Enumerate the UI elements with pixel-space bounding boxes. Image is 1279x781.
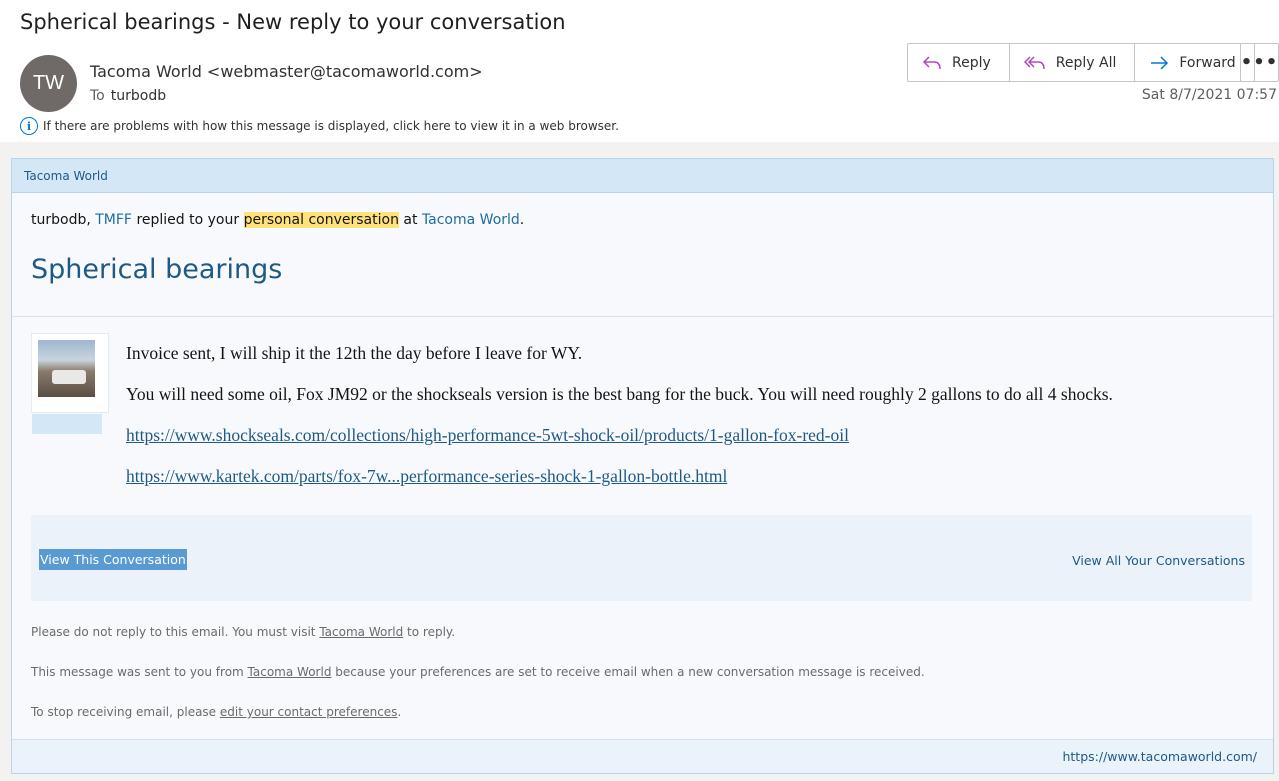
forward-button[interactable]: Forward <box>1135 44 1253 81</box>
reply-all-label: Reply All <box>1055 54 1117 71</box>
thumbnail-bar <box>32 414 102 434</box>
footer-site-link[interactable]: Tacoma World <box>319 625 403 639</box>
intro-user: turbodb, <box>31 212 96 228</box>
conversation-links-bar: View This Conversation View All Your Con… <box>31 515 1252 601</box>
conversation-title[interactable]: Spherical bearings <box>31 254 282 285</box>
to-label: To <box>90 88 105 104</box>
highlighted-term: personal conversation <box>243 212 399 228</box>
email-card: Tacoma World turbodb, TMFF replied to yo… <box>11 158 1274 774</box>
info-bar[interactable]: i If there are problems with how this me… <box>20 117 619 135</box>
footer-note: Please do not reply to this email. You m… <box>31 625 456 639</box>
card-footer: https://www.tacomaworld.com/ <box>12 739 1273 773</box>
intro-replied: replied to your <box>132 212 244 228</box>
truck-photo <box>38 340 95 397</box>
replier-link[interactable]: TMFF <box>95 212 132 228</box>
footer-note: This message was sent to you from Tacoma… <box>31 665 925 679</box>
email-subject: Spherical bearings - New reply to your c… <box>20 10 566 34</box>
intro-at: at <box>398 212 422 228</box>
message-actions: Reply Reply All Forward <box>907 43 1255 82</box>
message-date: Sat 8/7/2021 07:57 <box>1141 87 1277 103</box>
footer-site-link[interactable]: Tacoma World <box>248 665 332 679</box>
message-paragraph: You will need some oil, Fox JM92 or the … <box>126 384 1113 404</box>
info-text[interactable]: If there are problems with how this mess… <box>43 119 619 133</box>
info-icon: i <box>20 117 38 135</box>
reply-label: Reply <box>952 54 991 71</box>
message-link[interactable]: https://www.shockseals.com/collections/h… <box>126 425 849 445</box>
message-content: Invoice sent, I will ship it the 12th th… <box>126 343 1113 507</box>
reply-icon <box>922 55 941 69</box>
reply-all-icon <box>1023 55 1045 69</box>
intro-period: . <box>519 212 525 228</box>
forward-label: Forward <box>1179 54 1236 71</box>
message-paragraph: Invoice sent, I will ship it the 12th th… <box>126 343 583 363</box>
site-url-link[interactable]: https://www.tacomaworld.com/ <box>1062 749 1257 764</box>
contact-preferences-link[interactable]: edit your contact preferences <box>220 705 398 719</box>
avatar-thumbnail[interactable] <box>31 333 109 434</box>
message-link[interactable]: https://www.kartek.com/parts/fox-7w...pe… <box>126 466 727 486</box>
avatar[interactable]: TW <box>20 55 77 112</box>
reply-all-button[interactable]: Reply All <box>1010 44 1136 81</box>
divider <box>12 316 1273 317</box>
to-recipient[interactable]: turbodb <box>111 88 166 104</box>
reply-button[interactable]: Reply <box>908 44 1010 81</box>
intro-line: turbodb, TMFF replied to your personal c… <box>31 212 524 228</box>
footer-note: To stop receiving email, please edit you… <box>31 705 402 719</box>
view-all-conversations-link[interactable]: View All Your Conversations <box>1072 553 1245 568</box>
forward-icon <box>1151 55 1169 70</box>
view-this-conversation-link[interactable]: View This Conversation <box>39 549 187 570</box>
card-header[interactable]: Tacoma World <box>12 159 1273 193</box>
sender[interactable]: Tacoma World <webmaster@tacomaworld.com> <box>90 62 483 81</box>
more-actions-button[interactable]: ••• <box>1240 43 1279 82</box>
to-line: To turbodb <box>90 88 166 104</box>
site-link[interactable]: Tacoma World <box>422 212 520 228</box>
